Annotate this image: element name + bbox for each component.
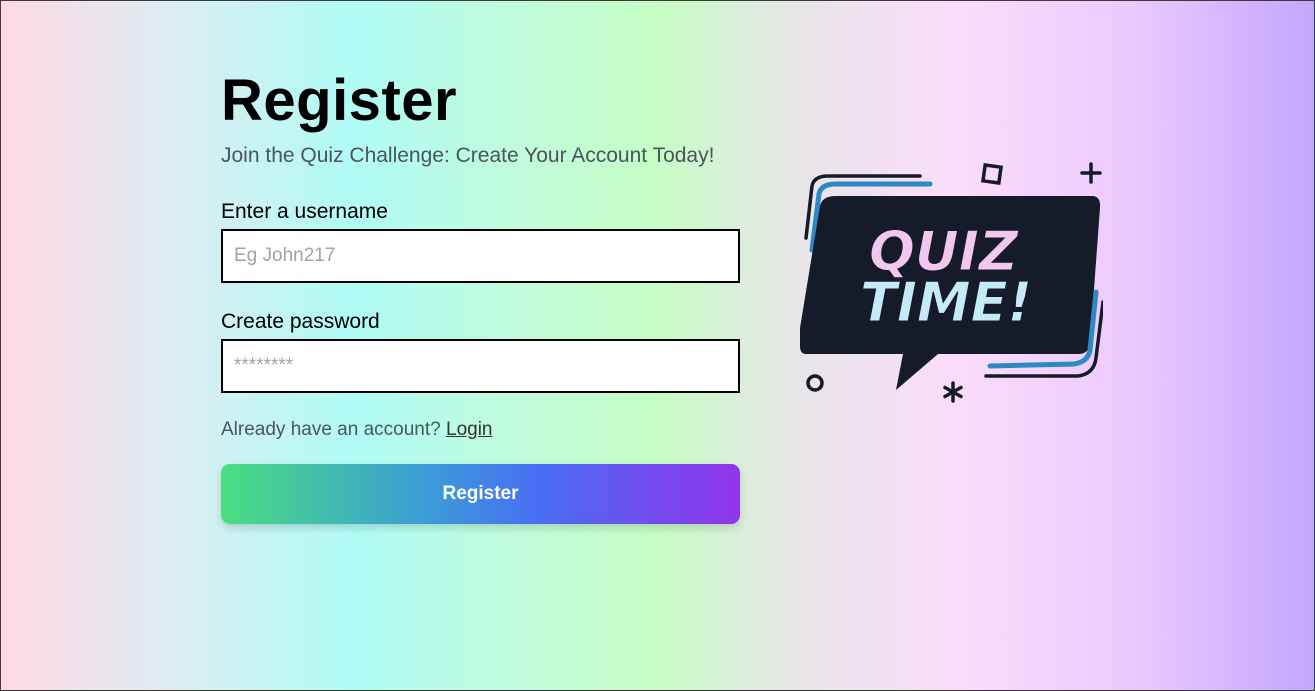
username-label: Enter a username <box>221 200 388 223</box>
register-form: Register Join the Quiz Challenge: Create… <box>221 63 740 524</box>
logo-line2: TIME! <box>860 271 1032 334</box>
password-label: Create password <box>221 310 380 333</box>
page-subtitle: Join the Quiz Challenge: Create Your Acc… <box>221 144 715 167</box>
login-prompt-row: Already have an account? Login <box>221 418 740 442</box>
quiz-time-logo-icon: QUIZ TIME! <box>800 162 1103 403</box>
password-input[interactable] <box>221 339 740 393</box>
register-button[interactable]: Register <box>221 464 740 524</box>
page-title: Register <box>221 68 458 133</box>
username-input[interactable] <box>221 229 740 283</box>
login-link[interactable]: Login <box>446 419 493 440</box>
login-prompt-text: Already have an account? <box>221 419 441 440</box>
